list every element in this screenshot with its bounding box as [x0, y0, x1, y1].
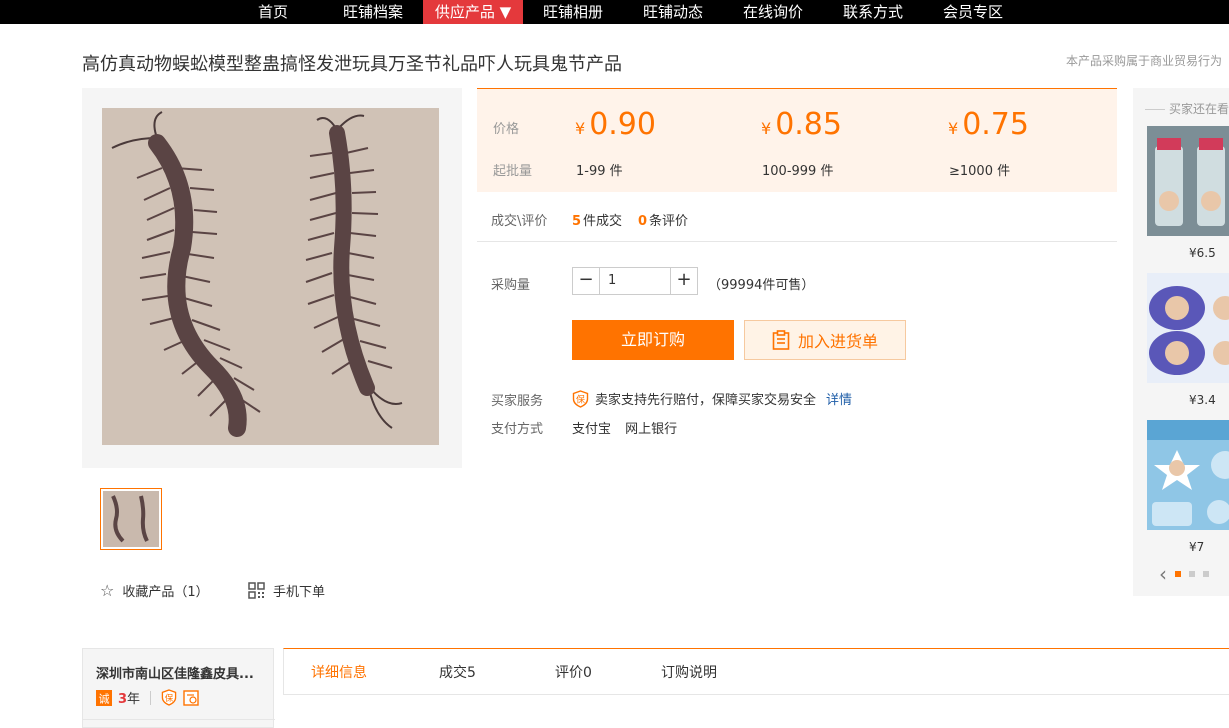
tab-deals[interactable]: 成交5 — [439, 662, 476, 682]
trade-note: 本产品采购属于商业贸易行为 — [1065, 54, 1222, 68]
tab-order-info[interactable]: 订购说明 — [661, 662, 717, 682]
nav-contact[interactable]: 联系方式 — [833, 0, 913, 24]
shop-years-unit: 年 — [127, 692, 141, 707]
favorite-button[interactable]: ☆ 收藏产品（1） — [100, 581, 209, 600]
shield-icon: 保 — [572, 389, 589, 408]
quantity-input[interactable]: 1 — [599, 268, 671, 294]
moq-label: 起批量 — [493, 164, 533, 179]
pager-dot[interactable] — [1175, 571, 1181, 577]
mobile-order-label: 手机下单 — [273, 585, 326, 600]
certificate-icon — [183, 689, 199, 706]
thumbnail-1[interactable] — [100, 488, 162, 550]
decrease-button[interactable]: − — [573, 268, 599, 294]
nav-news[interactable]: 旺铺动态 — [633, 0, 713, 24]
range-tier-3: ≥1000 件 — [949, 164, 1011, 179]
item-price: ¥6.5 — [1189, 246, 1216, 260]
tab-details[interactable]: 详细信息 — [311, 662, 367, 682]
shop-badges: 诚 3年 保 — [96, 688, 199, 707]
shop-years: 3 — [118, 692, 128, 707]
review-count[interactable]: 0 条评价 — [638, 210, 688, 229]
sold-number: 5 — [572, 214, 582, 229]
qr-code-icon — [248, 582, 265, 599]
add-to-cart-label: 加入进货单 — [797, 332, 878, 351]
svg-text:保: 保 — [576, 393, 585, 405]
service-detail-link[interactable]: 详情 — [826, 389, 852, 408]
sidebar-title: 买家还在看 — [1147, 100, 1229, 117]
sold-text: 件成交 — [583, 214, 623, 229]
review-text: 条评价 — [649, 214, 689, 229]
shop-card: 深圳市南山区佳隆鑫皮具... 诚 3年 保 — [82, 648, 275, 728]
divider — [477, 241, 1117, 242]
product-title: 高仿真动物蜈蚣模型整蛊搞怪发泄玩具万圣节礼品吓人玩具鬼节产品 — [82, 54, 622, 75]
currency-symbol: ¥ — [761, 119, 772, 138]
quantity-label: 采购量 — [491, 278, 531, 293]
product-image — [1147, 420, 1229, 530]
pager-dot[interactable] — [1203, 571, 1209, 577]
sidebar-pager: ‹ — [1159, 564, 1209, 584]
favorite-label: 收藏产品（1） — [122, 585, 209, 600]
recommend-item[interactable]: ¥3.4 — [1147, 273, 1229, 407]
centipede-image[interactable] — [102, 108, 439, 445]
detail-tabs: 详细信息 成交5 评价0 订购说明 — [283, 648, 1229, 695]
add-to-cart-button[interactable]: 加入进货单 — [744, 320, 906, 360]
integrity-badge-icon: 诚 — [96, 689, 112, 706]
deals-label: 成交\评价 — [491, 214, 548, 229]
service-label: 买家服务 — [491, 394, 544, 409]
payment-method: 网上银行 — [625, 422, 678, 437]
currency-symbol: ¥ — [948, 119, 959, 138]
top-navigation: 首页 旺铺档案 供应产品 ▼ 旺铺相册 旺铺动态 在线询价 联系方式 会员专区 — [0, 0, 1229, 24]
price-tier-1: ¥0.90 — [575, 107, 656, 142]
main-image-box — [82, 88, 462, 468]
service-text: 卖家支持先行赔付，保障买家交易安全 — [595, 393, 817, 408]
review-number: 0 — [638, 214, 648, 229]
item-price: ¥3.4 — [1189, 393, 1216, 407]
svg-text:诚: 诚 — [99, 692, 110, 705]
increase-button[interactable]: + — [671, 268, 697, 294]
range-tier-2: 100-999 件 — [762, 164, 834, 179]
nav-profile[interactable]: 旺铺档案 — [333, 0, 413, 24]
price-tier-2: ¥0.85 — [761, 107, 842, 142]
pager-dot[interactable] — [1189, 571, 1195, 577]
price-value: 0.90 — [589, 107, 656, 142]
divider — [83, 719, 275, 720]
nav-album[interactable]: 旺铺相册 — [533, 0, 613, 24]
price-tier-3: ¥0.75 — [948, 107, 1029, 142]
recommend-sidebar: 买家还在看 ¥6.5 ¥3.4 ¥7 ‹ — [1133, 88, 1229, 596]
nav-home[interactable]: 首页 — [238, 0, 308, 24]
price-value: 0.85 — [775, 107, 842, 142]
payment-method: 支付宝 — [572, 422, 612, 437]
svg-text:保: 保 — [165, 693, 174, 703]
sold-count[interactable]: 5 件成交 — [572, 210, 622, 229]
price-value: 0.75 — [962, 107, 1029, 142]
price-box: 价格 起批量 ¥0.90 ¥0.85 ¥0.75 1-99 件 100-999 … — [477, 88, 1117, 192]
shop-name[interactable]: 深圳市南山区佳隆鑫皮具... — [96, 663, 266, 682]
available-stock: （99994件可售） — [708, 278, 815, 293]
clipboard-icon — [772, 330, 790, 350]
recommend-item[interactable]: ¥7 — [1147, 420, 1229, 554]
currency-symbol: ¥ — [575, 119, 586, 138]
product-image — [1147, 126, 1229, 236]
product-image — [1147, 273, 1229, 383]
tab-reviews[interactable]: 评价0 — [555, 662, 592, 682]
mobile-order-button[interactable]: 手机下单 — [248, 581, 325, 600]
payment-label: 支付方式 — [491, 422, 544, 437]
payment-methods: 支付宝 网上银行 — [572, 418, 687, 437]
item-price: ¥7 — [1189, 540, 1205, 554]
range-tier-1: 1-99 件 — [576, 164, 623, 179]
buy-now-button[interactable]: 立即订购 — [572, 320, 734, 360]
buyer-service: 保 卖家支持先行赔付，保障买家交易安全 详情 — [572, 389, 852, 408]
thumbnail-image — [103, 491, 159, 547]
nav-inquiry[interactable]: 在线询价 — [733, 0, 813, 24]
shield-icon: 保 — [161, 689, 177, 706]
nav-member[interactable]: 会员专区 — [933, 0, 1013, 24]
nav-products[interactable]: 供应产品 ▼ — [423, 0, 523, 24]
star-icon: ☆ — [100, 581, 115, 600]
quantity-stepper: − 1 + — [572, 267, 698, 295]
price-label: 价格 — [493, 122, 520, 137]
recommend-item[interactable]: ¥6.5 — [1147, 126, 1229, 260]
chevron-left-icon[interactable]: ‹ — [1159, 564, 1167, 584]
